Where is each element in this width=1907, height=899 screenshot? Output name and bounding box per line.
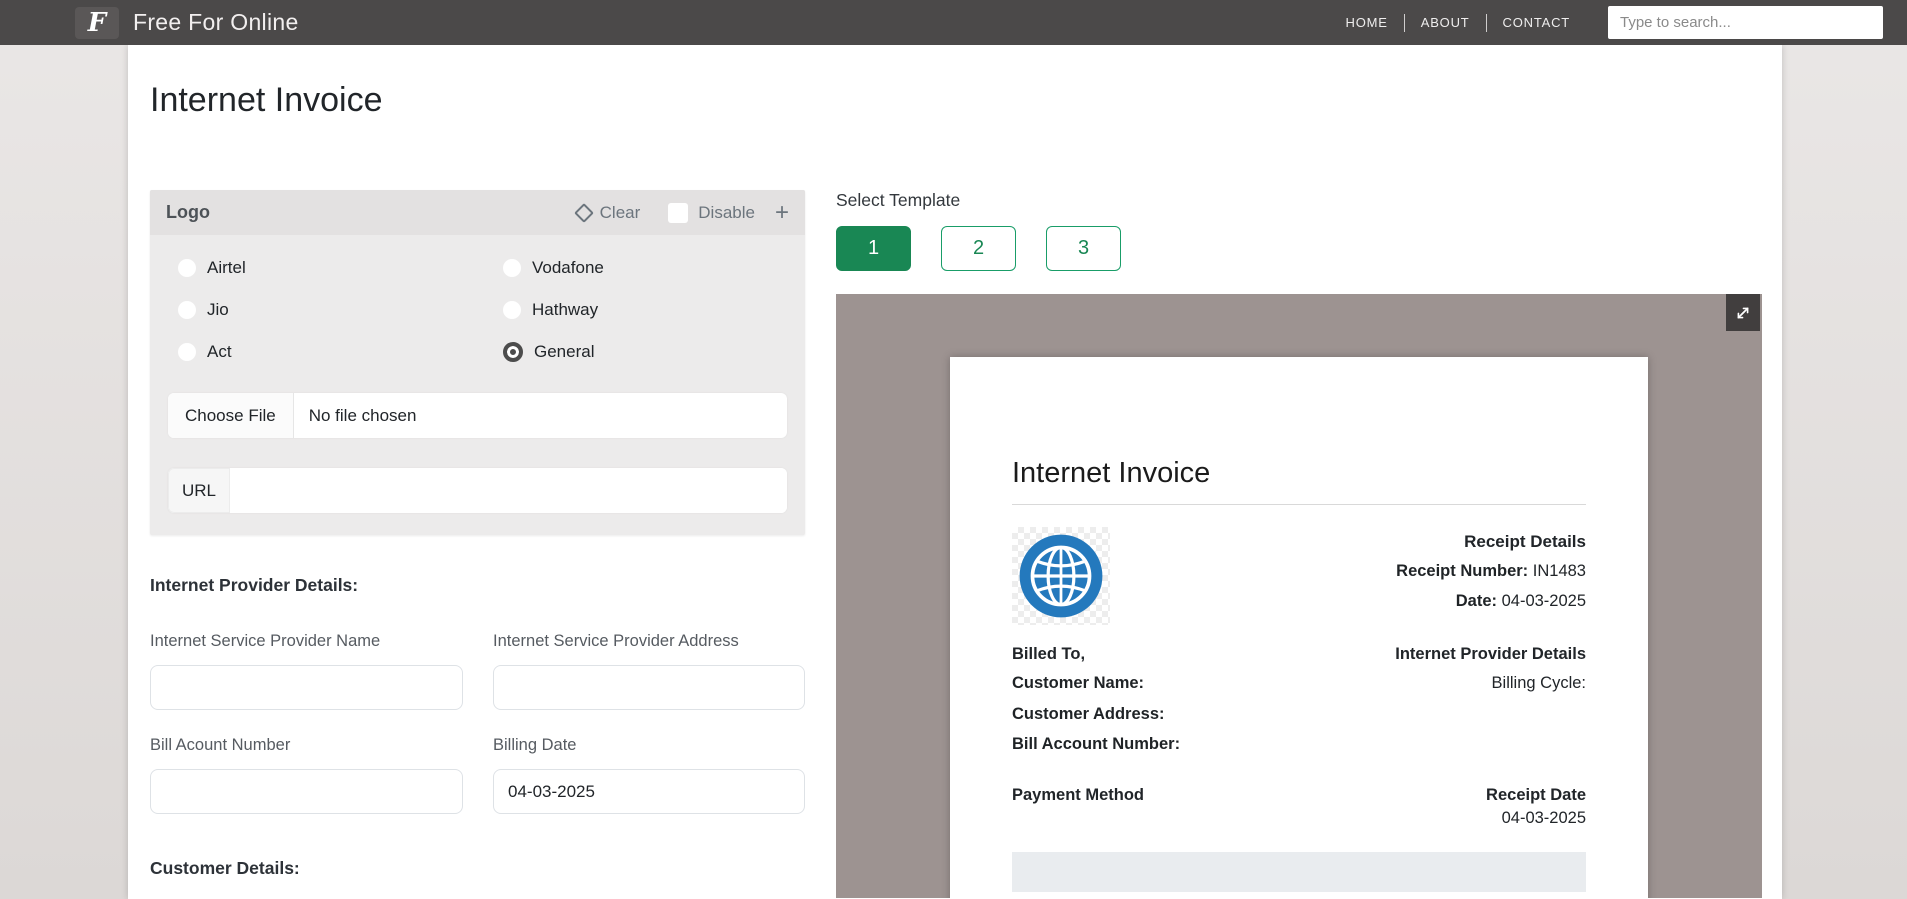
radio-act[interactable]: Act	[150, 334, 475, 369]
customer-address-label: Customer Address:	[1012, 704, 1165, 723]
receipt-number-value: IN1483	[1532, 562, 1586, 581]
invoice-title: Internet Invoice	[1012, 457, 1586, 505]
nav-link-about[interactable]: ABOUT	[1421, 15, 1470, 30]
radio-label: Vodafone	[532, 257, 604, 277]
logo-panel-header: Logo Clear Disable +	[150, 190, 805, 235]
receipt-details-heading: Receipt Details	[1464, 532, 1586, 551]
top-navbar: F Free For Online HOME ABOUT CONTACT	[0, 0, 1907, 45]
customer-details-heading: Customer Details:	[150, 858, 300, 878]
choose-file-button[interactable]: Choose File	[168, 393, 294, 438]
clear-label: Clear	[599, 202, 641, 222]
radio-label: Airtel	[207, 257, 246, 277]
radio-circle[interactable]	[178, 258, 196, 277]
provider-form-grid: Internet Service Provider Name Internet …	[150, 632, 805, 814]
url-label: URL	[168, 468, 230, 513]
radio-circle[interactable]	[503, 258, 521, 277]
bill-account-input[interactable]	[150, 769, 463, 814]
brand-logo-icon[interactable]: F	[75, 6, 119, 39]
radio-airtel[interactable]: Airtel	[150, 250, 475, 285]
field-isp-name: Internet Service Provider Name	[150, 632, 463, 710]
field-bill-account: Bill Acount Number	[150, 736, 463, 814]
form-column: Logo Clear Disable + Airtel Vodafone Jio…	[150, 190, 805, 879]
logo-panel: Logo Clear Disable + Airtel Vodafone Jio…	[150, 190, 805, 535]
radio-circle-selected[interactable]	[503, 341, 523, 362]
invoice-preview-panel: Internet Invoice Receipt Details Receipt…	[836, 294, 1762, 898]
radio-vodafone[interactable]: Vodafone	[475, 250, 805, 285]
page-title: Internet Invoice	[150, 81, 383, 119]
logo-panel-title: Logo	[166, 202, 210, 222]
select-template-label: Select Template	[836, 190, 961, 210]
nav-link-contact[interactable]: CONTACT	[1503, 15, 1570, 30]
eraser-icon	[573, 202, 594, 223]
billing-date-label: Billing Date	[493, 736, 577, 754]
billing-cycle-label: Billing Cycle:	[1491, 674, 1586, 692]
date-label: Date:	[1455, 591, 1497, 610]
field-isp-address: Internet Service Provider Address	[493, 632, 805, 710]
disable-checkbox[interactable]	[668, 202, 689, 223]
field-billing-date: Billing Date	[493, 736, 805, 814]
template-button-3[interactable]: 3	[1046, 226, 1121, 271]
file-status-text: No file chosen	[308, 405, 417, 425]
radio-circle[interactable]	[178, 300, 196, 319]
isp-address-input[interactable]	[493, 665, 805, 710]
date-value: 04-03-2025	[1501, 591, 1586, 610]
invoice-table-header-bar	[1012, 851, 1586, 892]
receipt-date-label: Receipt Date	[1486, 785, 1586, 804]
disable-label: Disable	[698, 202, 755, 222]
nav-link-home[interactable]: HOME	[1346, 15, 1388, 30]
template-button-2[interactable]: 2	[941, 226, 1016, 271]
receipt-details-block: Receipt Details Receipt Number: IN1483 D…	[1396, 527, 1586, 616]
radio-circle[interactable]	[503, 300, 521, 319]
clear-button[interactable]: Clear	[573, 202, 641, 223]
receipt-date-row: Date: 04-03-2025	[1396, 587, 1586, 616]
provider-details-heading: Internet Provider Details:	[150, 575, 359, 595]
isp-name-input[interactable]	[150, 665, 463, 710]
radio-circle[interactable]	[178, 342, 196, 361]
disable-control: Disable	[668, 202, 755, 223]
invoice-logo-box	[1012, 527, 1110, 625]
nav-links: HOME ABOUT CONTACT	[1346, 13, 1570, 32]
file-upload-bar: Choose File No file chosen	[168, 393, 787, 438]
provider-radio-group: Airtel Vodafone Jio Hathway Act General	[150, 235, 805, 377]
nav-divider	[1485, 13, 1487, 32]
nav-divider	[1403, 13, 1405, 32]
billing-date-input[interactable]	[493, 769, 805, 814]
search-input[interactable]	[1608, 6, 1883, 39]
radio-label: Hathway	[532, 299, 599, 319]
bill-account-number-label: Bill Account Number:	[1012, 735, 1181, 754]
provider-details-heading-invoice: Internet Provider Details	[1395, 645, 1586, 663]
expand-arrows-icon	[1737, 307, 1749, 318]
radio-general[interactable]: General	[475, 334, 805, 369]
brand-logo-letter: F	[87, 7, 107, 38]
isp-name-label: Internet Service Provider Name	[150, 632, 381, 650]
isp-address-label: Internet Service Provider Address	[493, 632, 739, 650]
fullscreen-expand-button[interactable]	[1726, 294, 1760, 331]
receipt-date-value: 04-03-2025	[1501, 808, 1586, 827]
preview-column: Select Template 1 2 3 Internet Invoice R…	[836, 190, 1762, 898]
radio-hathway[interactable]: Hathway	[475, 292, 805, 327]
receipt-number-row: Receipt Number: IN1483	[1396, 557, 1586, 586]
template-buttons: 1 2 3	[836, 226, 1762, 271]
radio-label: Jio	[207, 299, 229, 319]
payment-method-label: Payment Method	[1012, 785, 1145, 804]
radio-label: Act	[207, 341, 232, 361]
plus-icon[interactable]: +	[775, 200, 789, 225]
customer-name-label: Customer Name:	[1012, 674, 1145, 692]
radio-jio[interactable]: Jio	[150, 292, 475, 327]
billed-to-heading: Billed To,	[1012, 645, 1086, 663]
template-button-1[interactable]: 1	[836, 226, 911, 271]
receipt-number-label: Receipt Number:	[1396, 562, 1529, 581]
brand-name[interactable]: Free For Online	[133, 9, 299, 36]
main-card: Internet Invoice Logo Clear Disable + Ai…	[128, 45, 1782, 899]
url-input[interactable]	[230, 468, 787, 513]
url-bar: URL	[168, 468, 787, 513]
bill-account-label: Bill Acount Number	[150, 736, 291, 754]
globe-icon	[1019, 534, 1103, 618]
radio-label: General	[534, 341, 595, 361]
invoice-document: Internet Invoice Receipt Details Receipt…	[950, 357, 1648, 898]
